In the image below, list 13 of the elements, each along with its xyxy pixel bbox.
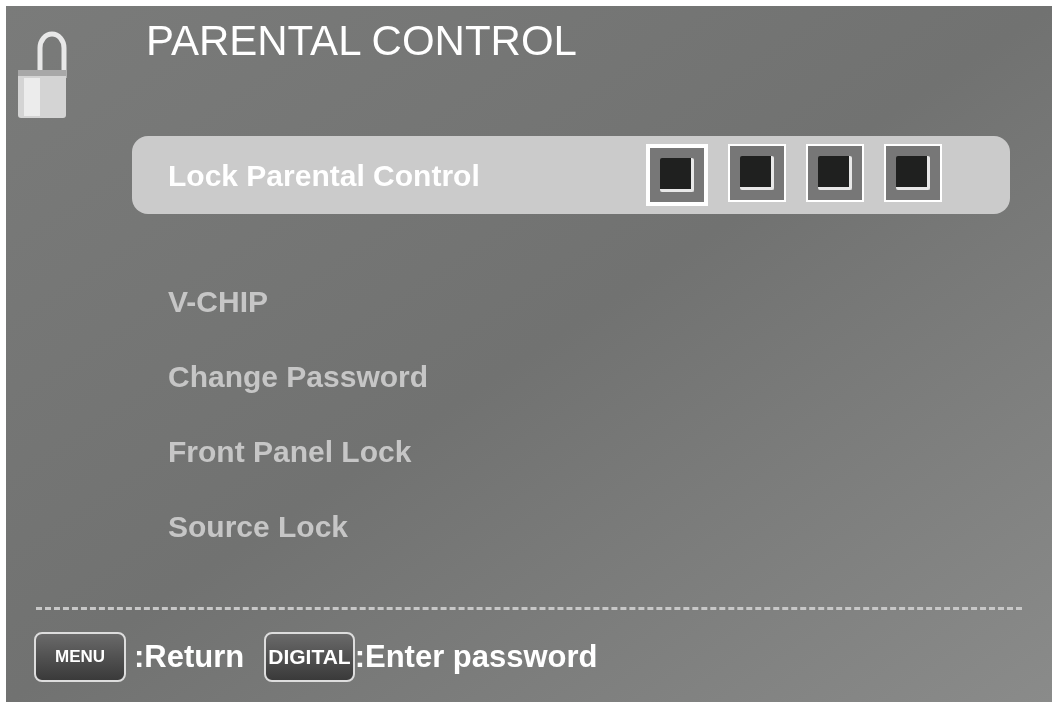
menu-item[interactable]: Change Password bbox=[132, 339, 1010, 414]
password-digit-field[interactable] bbox=[728, 144, 786, 202]
remote-key-label: DIGITAL bbox=[264, 632, 355, 682]
remote-key-label: MENU bbox=[34, 632, 126, 682]
password-digit-field[interactable] bbox=[646, 144, 708, 206]
key-action-text: :Enter password bbox=[354, 637, 598, 676]
key-action-text: :Return bbox=[134, 637, 245, 676]
menu-item[interactable]: V-CHIP bbox=[132, 264, 1010, 339]
menu-item[interactable]: Source Lock bbox=[132, 489, 1010, 564]
password-digit-field[interactable] bbox=[884, 144, 942, 202]
menu-title: PARENTAL CONTROL bbox=[146, 20, 577, 62]
menu-item[interactable]: Front Panel Lock bbox=[132, 414, 1010, 489]
password-digit-field[interactable] bbox=[806, 144, 864, 202]
